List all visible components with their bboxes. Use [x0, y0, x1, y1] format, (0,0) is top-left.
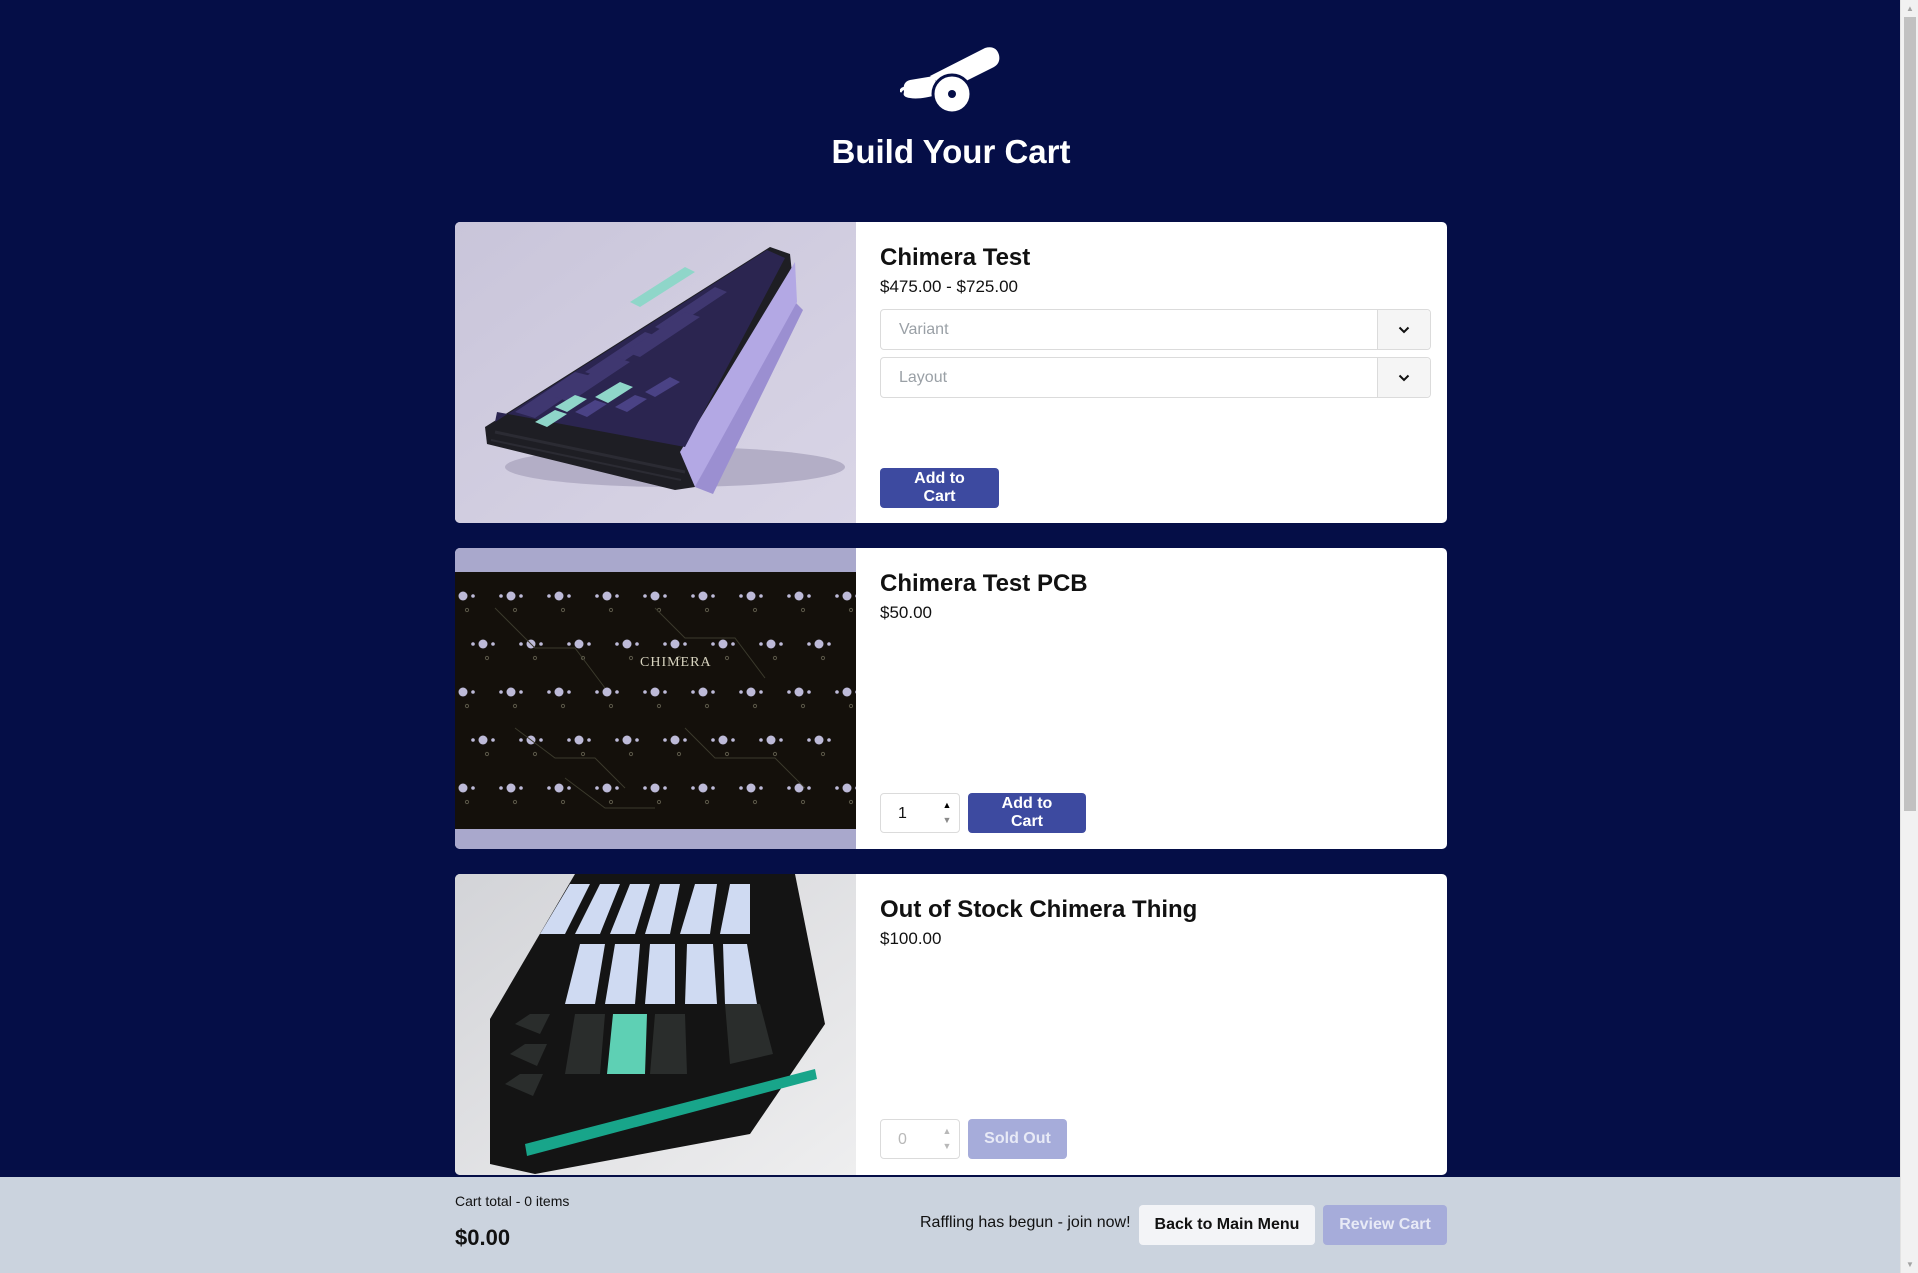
scroll-down-icon[interactable]: ▼: [1901, 1256, 1918, 1273]
product-card: Out of Stock Chimera Thing $100.00 0 ▲ ▼…: [455, 874, 1447, 1175]
scrollbar[interactable]: ▲ ▼: [1900, 0, 1918, 1273]
caret-down-icon[interactable]: ▼: [943, 813, 952, 828]
product-name: Chimera Test PCB: [880, 570, 1088, 597]
spin-buttons[interactable]: ▲ ▼: [935, 794, 959, 832]
chevron-down-icon[interactable]: [1377, 310, 1430, 349]
quantity-value: 1: [898, 805, 907, 822]
quantity-stepper[interactable]: 1 ▲ ▼: [880, 793, 960, 833]
caret-up-icon: ▲: [942, 1126, 952, 1136]
variant-select-placeholder: Variant: [899, 321, 949, 338]
product-body: Out of Stock Chimera Thing $100.00 0 ▲ ▼…: [856, 874, 1447, 1175]
raffle-text: Raffling has begun - join now!: [920, 1214, 1131, 1231]
back-to-main-menu-button[interactable]: Back to Main Menu: [1139, 1205, 1315, 1245]
caret-down-icon: ▼: [942, 1141, 952, 1151]
quantity-value: 0: [898, 1131, 907, 1148]
product-name: Out of Stock Chimera Thing: [880, 896, 1198, 923]
add-to-cart-button[interactable]: Add to Cart: [968, 793, 1086, 833]
review-cart-button[interactable]: Review Cart: [1323, 1205, 1447, 1245]
product-body: Chimera Test $475.00 - $725.00 Variant L…: [856, 222, 1447, 523]
variant-select[interactable]: Variant: [880, 309, 1431, 350]
quantity-stepper: 0 ▲ ▼: [880, 1119, 960, 1159]
add-to-cart-button[interactable]: Add to Cart: [880, 468, 999, 508]
pcb-image: CHIMERA: [455, 548, 856, 849]
keyboard-black-image: [455, 874, 856, 1175]
layout-select[interactable]: Layout: [880, 357, 1431, 398]
product-card: CHIMERA Chimera Test PCB $50.00 1 ▲ ▼ Ad…: [455, 548, 1447, 849]
page: Build Your Cart Chimera Test $475.00 - $…: [0, 0, 1900, 1273]
cannon-icon: [900, 47, 1000, 114]
cart-total: $0.00: [455, 1225, 511, 1250]
sold-out-button: Sold Out: [968, 1119, 1067, 1159]
scrollbar-thumb[interactable]: [1904, 17, 1916, 811]
cart-footer: Cart total - 0 items $0.00 Raffling has …: [0, 1177, 1900, 1273]
product-price: $475.00 - $725.00: [880, 277, 1019, 296]
product-price: $50.00: [880, 603, 932, 622]
cart-label: Cart total - 0 items: [455, 1193, 570, 1209]
chevron-down-icon[interactable]: [1377, 358, 1430, 397]
caret-up-icon[interactable]: ▲: [943, 798, 952, 813]
spin-buttons: ▲ ▼: [935, 1120, 959, 1158]
pcb-label: CHIMERA: [640, 655, 712, 670]
scroll-up-icon[interactable]: ▲: [1901, 0, 1918, 17]
product-card: Chimera Test $475.00 - $725.00 Variant L…: [455, 222, 1447, 523]
product-body: Chimera Test PCB $50.00 1 ▲ ▼ Add to Car…: [856, 548, 1447, 849]
header: Build Your Cart: [0, 0, 1900, 200]
page-title: Build Your Cart: [831, 133, 1071, 170]
keyboard-purple-image: [455, 222, 856, 523]
product-price: $100.00: [880, 929, 942, 948]
layout-select-placeholder: Layout: [899, 369, 948, 386]
product-name: Chimera Test: [880, 244, 1031, 271]
